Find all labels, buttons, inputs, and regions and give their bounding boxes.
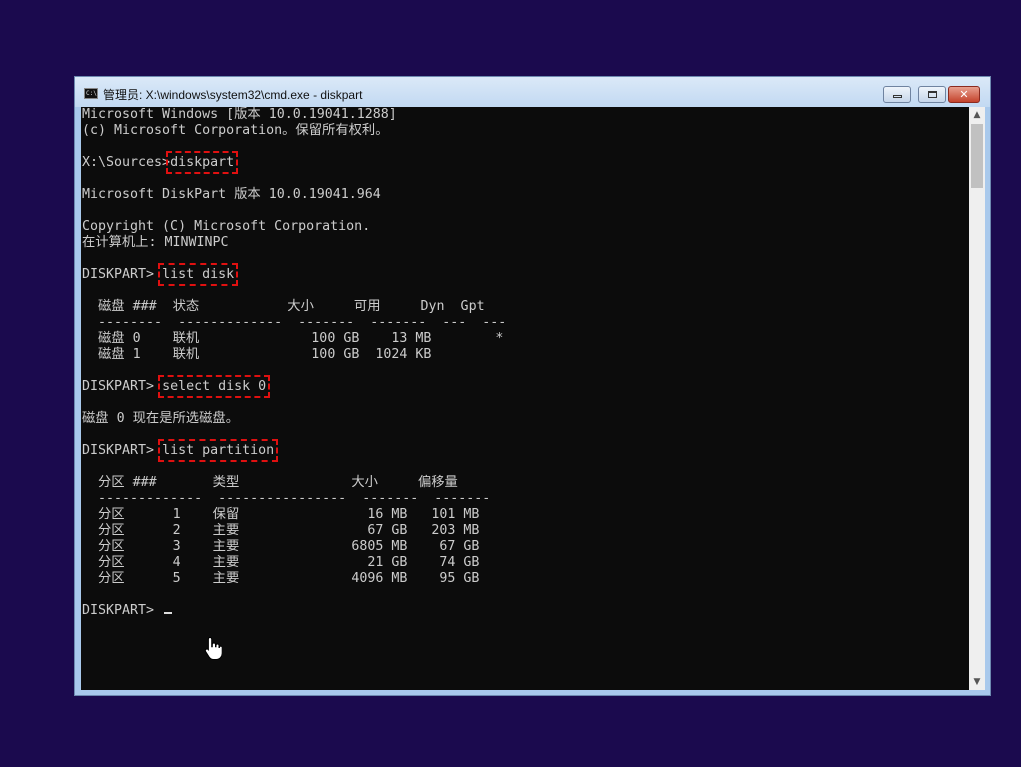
highlighted-command: list partition	[158, 439, 279, 462]
console-line-text: 分区 1 保留 16 MB 101 MB	[82, 507, 480, 522]
console-line: 分区 5 主要 4096 MB 95 GB	[82, 571, 506, 587]
close-button[interactable]: ✕	[948, 86, 980, 103]
console-line-text: 在计算机上: MINWINPC	[82, 235, 229, 250]
maximize-icon	[927, 91, 937, 98]
console-output[interactable]: Microsoft Windows [版本 10.0.19041.1288] (c…	[81, 107, 969, 690]
console-line: 分区 ### 类型 大小 偏移量	[82, 475, 506, 491]
console-line: 磁盘 0 联机 100 GB 13 MB *	[82, 331, 506, 347]
vertical-scrollbar[interactable]: ▲ ▼	[969, 107, 985, 690]
window-title: 管理员: X:\windows\system32\cmd.exe - diskp…	[103, 88, 363, 102]
console-line-text: 分区 ### 类型 大小 偏移量	[82, 475, 458, 490]
console-line: 磁盘 ### 状态 大小 可用 Dyn Gpt	[82, 299, 506, 315]
scroll-up-icon[interactable]: ▲	[969, 107, 985, 123]
console-line: 分区 4 主要 21 GB 74 GB	[82, 555, 506, 571]
maximize-button[interactable]	[918, 86, 946, 103]
console-line-text: DISKPART>	[82, 443, 163, 458]
hand-pointer-icon	[204, 636, 222, 660]
console-line-text: ------------- ---------------- ------- -…	[82, 491, 491, 506]
minimize-button[interactable]	[883, 86, 911, 103]
console-line: -------- ------------- ------- ------- -…	[82, 315, 506, 331]
console-line: 分区 1 保留 16 MB 101 MB	[82, 507, 506, 523]
console-line-text: 分区 2 主要 67 GB 203 MB	[82, 523, 480, 538]
console-line-text: 磁盘 0 联机 100 GB 13 MB *	[82, 331, 504, 346]
console-line: 磁盘 1 联机 100 GB 1024 KB	[82, 347, 506, 363]
scroll-thumb[interactable]	[971, 124, 983, 188]
highlighted-command: diskpart	[166, 151, 239, 174]
console-line: DISKPART> list partition	[82, 439, 506, 462]
console-line-text: Microsoft Windows [版本 10.0.19041.1288]	[82, 107, 397, 122]
console-line-text: Microsoft DiskPart 版本 10.0.19041.964	[82, 187, 381, 202]
console-line-text: 磁盘 ### 状态 大小 可用 Dyn Gpt	[82, 299, 485, 314]
console-line-text: 分区 3 主要 6805 MB 67 GB	[82, 539, 480, 554]
console-line: X:\Sources>diskpart	[82, 151, 506, 174]
console-line: (c) Microsoft Corporation。保留所有权利。	[82, 123, 506, 139]
console-line: DISKPART>	[82, 603, 506, 619]
console-line-text: -------- ------------- ------- ------- -…	[82, 315, 507, 330]
console-line: Copyright (C) Microsoft Corporation.	[82, 219, 506, 235]
console-line: DISKPART> list disk	[82, 263, 506, 286]
console-line: DISKPART> select disk 0	[82, 375, 506, 398]
console-line: ------------- ---------------- ------- -…	[82, 491, 506, 507]
console-line-text: Copyright (C) Microsoft Corporation.	[82, 219, 371, 234]
console-line: 分区 3 主要 6805 MB 67 GB	[82, 539, 506, 555]
minimize-icon	[892, 95, 902, 98]
console-line-text: 磁盘 1 联机 100 GB 1024 KB	[82, 347, 432, 362]
title-bar[interactable]: C:\ 管理员: X:\windows\system32\cmd.exe - d…	[75, 77, 990, 107]
text-caret	[164, 612, 173, 614]
console-line-text: DISKPART>	[82, 267, 163, 282]
console-line-text: DISKPART>	[82, 379, 163, 394]
console-lines: Microsoft Windows [版本 10.0.19041.1288] (c…	[82, 107, 506, 619]
console-line: Microsoft Windows [版本 10.0.19041.1288]	[82, 107, 506, 123]
close-icon: ✕	[959, 88, 969, 101]
console-line: 分区 2 主要 67 GB 203 MB	[82, 523, 506, 539]
console-line: 磁盘 0 现在是所选磁盘。	[82, 411, 506, 427]
console-line-text: X:\Sources>	[82, 155, 171, 170]
highlighted-command: select disk 0	[158, 375, 271, 398]
console-line: 在计算机上: MINWINPC	[82, 235, 506, 251]
console-line-text: (c) Microsoft Corporation。保留所有权利。	[82, 123, 389, 138]
scroll-down-icon[interactable]: ▼	[969, 674, 985, 690]
console-line-text: 分区 5 主要 4096 MB 95 GB	[82, 571, 480, 586]
console-line-text: DISKPART>	[82, 603, 163, 618]
cmd-app-icon[interactable]: C:\	[84, 88, 98, 99]
console-line-text: 磁盘 0 现在是所选磁盘。	[82, 411, 239, 426]
highlighted-command: list disk	[158, 263, 239, 286]
console-line: Microsoft DiskPart 版本 10.0.19041.964	[82, 187, 506, 203]
console-line-text: 分区 4 主要 21 GB 74 GB	[82, 555, 480, 570]
cmd-window: C:\ 管理员: X:\windows\system32\cmd.exe - d…	[74, 76, 991, 696]
